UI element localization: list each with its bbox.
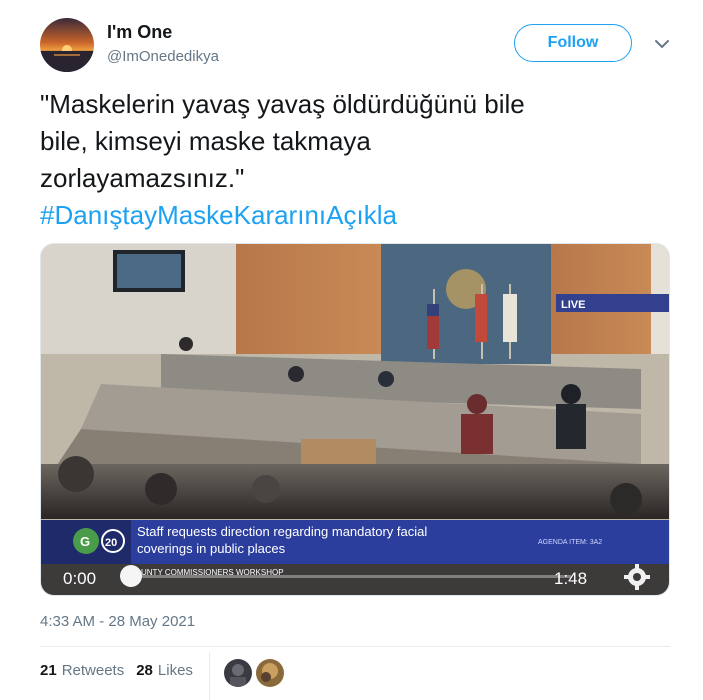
- live-badge: LIVE: [561, 299, 585, 311]
- tweet-stats: 21 Retweets 28 Likes: [40, 662, 205, 679]
- chevron-down-icon[interactable]: [652, 34, 672, 54]
- divider: [209, 652, 210, 700]
- video-player[interactable]: LIVE G 20 Staff requests direction regar…: [40, 243, 670, 596]
- retweets-count: 21: [40, 662, 57, 679]
- follow-button[interactable]: Follow: [514, 24, 632, 62]
- avatar[interactable]: [40, 18, 94, 72]
- likes-stat[interactable]: 28 Likes: [136, 662, 193, 679]
- tweet-text: "Maskelerin yavaş yavaş öldürdüğünü bile…: [40, 86, 680, 234]
- svg-text:G: G: [80, 534, 90, 549]
- liker-avatars: [224, 659, 288, 687]
- ticker-headline: Staff requests direction regarding manda…: [137, 524, 427, 539]
- likes-count: 28: [136, 662, 153, 679]
- channel-number: 20: [105, 537, 117, 549]
- hashtag-link[interactable]: #DanıştayMaskeKararınıAçıkla: [40, 197, 680, 234]
- progress-handle[interactable]: [120, 565, 142, 587]
- tweet-timestamp[interactable]: 4:33 AM - 28 May 2021: [40, 613, 195, 630]
- divider: [40, 646, 670, 647]
- sunset-avatar-icon: [40, 18, 94, 72]
- retweets-label: Retweets: [61, 662, 125, 679]
- avatar[interactable]: [256, 659, 284, 687]
- tweet-text-line: "Maskelerin yavaş yavaş öldürdüğünü bile: [40, 89, 525, 119]
- agenda-label: AGENDA ITEM: 3A2: [538, 539, 602, 546]
- time-current: 0:00: [63, 569, 96, 588]
- retweets-stat[interactable]: 21 Retweets: [40, 662, 124, 679]
- display-name[interactable]: I'm One: [107, 22, 172, 43]
- ticker-headline: coverings in public places: [137, 541, 286, 556]
- time-total: 1:48: [554, 569, 587, 588]
- user-handle[interactable]: @ImOnededikya: [107, 48, 219, 65]
- tweet-text-line: zorlayamazsınız.": [40, 163, 245, 193]
- likes-label: Likes: [157, 662, 193, 679]
- avatar[interactable]: [224, 659, 252, 687]
- progress-track[interactable]: [131, 575, 571, 578]
- tweet-text-line: bile, kimseyi maske takmaya: [40, 126, 371, 156]
